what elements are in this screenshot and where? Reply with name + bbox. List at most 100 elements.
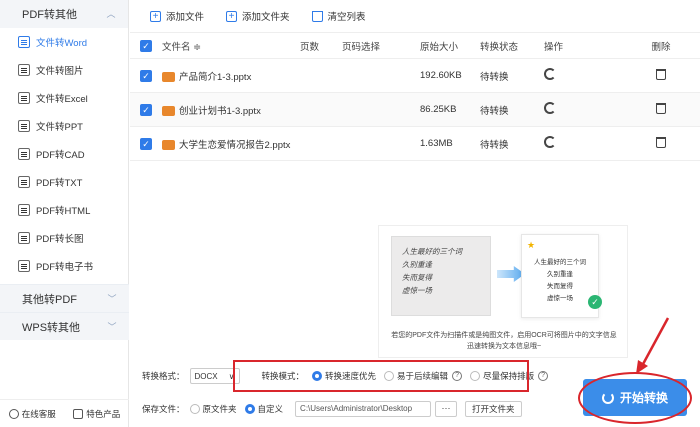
sidebar-group-label: 其他转PDF: [22, 293, 77, 306]
chevron-down-icon: ﹀: [107, 293, 117, 304]
sidebar-item-pdf-to-html[interactable]: PDF转HTML: [0, 196, 128, 224]
file-name: 大学生恋爱情况报告2.pptx: [179, 139, 291, 151]
featured-products-link[interactable]: 特色产品: [73, 408, 120, 420]
column-status: 转换状态: [480, 41, 519, 53]
help-icon[interactable]: ?: [538, 371, 549, 381]
sidebar-group-other-to-pdf[interactable]: 其他转PDF ﹀: [0, 284, 129, 312]
table-row[interactable]: ✓ 创业计划书1-3.pptx 86.25KB 待转换: [130, 93, 700, 127]
cad-icon: [18, 148, 30, 160]
column-operation: 操作: [544, 41, 564, 53]
excel-icon: [18, 92, 30, 104]
format-label: 转换格式：: [142, 371, 185, 381]
star-icon: ★: [527, 240, 536, 250]
pptx-file-icon: [162, 105, 175, 116]
table-header: ✓ 文件名 ≑ 页数 页码选择 原始大小 转换状态 操作 删除: [130, 33, 700, 59]
sidebar-footer: 在线客服 特色产品: [0, 399, 129, 427]
sidebar-item-label: PDF转CAD: [36, 150, 85, 161]
output-path-input[interactable]: C:\Users\Administrator\Desktop: [295, 401, 432, 417]
sidebar-item-pdf-to-ebook[interactable]: PDF转电子书: [0, 252, 128, 280]
add-folder-button[interactable]: + 添加文件夹: [226, 9, 290, 23]
sidebar-item-label: PDF转长图: [36, 234, 84, 245]
image-icon: [18, 64, 30, 76]
open-folder-button[interactable]: 打开文件夹: [465, 401, 522, 417]
sidebar-item-label: 文件转PPT: [36, 122, 83, 133]
save-custom-radio[interactable]: [244, 404, 255, 414]
sidebar-item-file-to-excel[interactable]: 文件转Excel: [0, 84, 128, 112]
sidebar-group-label: WPS转其他: [22, 321, 81, 334]
trash-icon[interactable]: [656, 102, 666, 114]
sidebar-item-file-to-ppt[interactable]: 文件转PPT: [0, 112, 128, 140]
refresh-icon[interactable]: [544, 102, 556, 114]
select-all-checkbox[interactable]: ✓: [140, 39, 152, 52]
ebook-icon: [18, 260, 30, 272]
table-row[interactable]: ✓ 产品简介1-3.pptx 192.60KB 待转换: [130, 59, 700, 93]
file-size: 86.25KB: [420, 104, 457, 115]
refresh-icon[interactable]: [544, 68, 556, 80]
refresh-icon[interactable]: [544, 136, 556, 148]
html-icon: [18, 204, 30, 216]
sidebar-item-label: PDF转HTML: [36, 206, 91, 217]
sidebar-group-wps-to-other[interactable]: WPS转其他 ﹀: [0, 312, 129, 340]
save-original-folder-radio[interactable]: [189, 404, 200, 414]
clear-list-button[interactable]: 清空列表: [311, 9, 366, 23]
chevron-up-icon: ︿: [106, 9, 116, 19]
headset-icon: [8, 408, 19, 419]
annotation-arrow-icon: [636, 317, 670, 374]
promo-caption: 若您的PDF文件为扫描件或是纯图文件，启用OCR可将图片中的文字信息迅速转换为文…: [391, 332, 617, 350]
column-page-range: 页码选择: [342, 41, 381, 53]
txt-icon: [18, 176, 30, 188]
column-size: 原始大小: [420, 41, 459, 53]
plus-icon: +: [150, 10, 161, 22]
sidebar-item-pdf-to-cad[interactable]: PDF转CAD: [0, 140, 128, 168]
trash-icon: [311, 10, 323, 22]
sidebar-item-label: PDF转电子书: [36, 262, 94, 273]
annotation-highlight-box: [233, 360, 529, 392]
file-size: 192.60KB: [420, 70, 462, 81]
word-icon: [18, 36, 30, 48]
trash-icon[interactable]: [656, 68, 666, 80]
ocr-result-card: ★ 人生最好的三个词 久别重逢 失而复得 虚惊一场 ✓: [521, 234, 602, 318]
handwriting-sample: 人生最好的三个词 久别重逢 失而复得 虚惊一场: [391, 236, 491, 316]
online-service-link[interactable]: 在线客服: [8, 408, 56, 420]
browse-button[interactable]: ···: [435, 401, 458, 417]
sidebar-item-label: 文件转图片: [36, 66, 84, 77]
table-row[interactable]: ✓ 大学生恋爱情况报告2.pptx 1.63MB 待转换: [130, 127, 700, 161]
pptx-file-icon: [162, 71, 175, 82]
pptx-file-icon: [162, 139, 175, 150]
file-status: 待转换: [480, 139, 509, 151]
ocr-promo-illustration: 人生最好的三个词 久别重逢 失而复得 虚惊一场 ★ 人生最好的三个词 久别重逢 …: [378, 225, 628, 358]
row-checkbox[interactable]: ✓: [140, 103, 152, 116]
product-icon: [73, 408, 84, 419]
sidebar-item-pdf-to-txt[interactable]: PDF转TXT: [0, 168, 128, 196]
file-status: 待转换: [480, 71, 509, 83]
check-circle-icon: ✓: [588, 295, 602, 309]
folder-plus-icon: +: [226, 10, 238, 22]
sidebar-item-file-to-word[interactable]: 文件转Word: [0, 28, 128, 56]
sidebar-item-label: 文件转Excel: [36, 94, 88, 105]
save-label: 保存文件：: [142, 404, 185, 414]
trash-icon[interactable]: [656, 136, 666, 148]
row-checkbox[interactable]: ✓: [140, 69, 152, 82]
column-filename[interactable]: 文件名 ≑: [162, 39, 300, 53]
file-name: 产品简介1-3.pptx: [179, 71, 252, 83]
file-name: 创业计划书1-3.pptx: [179, 105, 261, 117]
sidebar: PDF转其他 ︿ 文件转Word 文件转图片 文件转Excel 文件转PPT P…: [0, 0, 129, 427]
annotation-highlight-oval: [578, 372, 692, 424]
sidebar-item-label: 文件转Word: [36, 38, 88, 49]
ppt-icon: [18, 120, 30, 132]
long-image-icon: [18, 232, 30, 244]
add-file-button[interactable]: + 添加文件: [150, 9, 204, 23]
sidebar-collapsed-groups: 其他转PDF ﹀ WPS转其他 ﹀: [0, 284, 129, 340]
column-pages: 页数: [300, 41, 320, 53]
sidebar-group-pdf-to-other[interactable]: PDF转其他 ︿: [0, 0, 128, 28]
sidebar-item-file-to-image[interactable]: 文件转图片: [0, 56, 128, 84]
row-checkbox[interactable]: ✓: [140, 137, 152, 150]
sidebar-group-label: PDF转其他: [22, 9, 77, 21]
sidebar-item-pdf-to-long-image[interactable]: PDF转长图: [0, 224, 128, 252]
file-status: 待转换: [480, 105, 509, 117]
sidebar-item-label: PDF转TXT: [36, 178, 83, 189]
chevron-down-icon: ﹀: [107, 321, 117, 332]
file-size: 1.63MB: [420, 138, 453, 149]
column-delete: 删除: [651, 41, 671, 53]
toolbar: + 添加文件 + 添加文件夹 清空列表: [130, 0, 700, 33]
